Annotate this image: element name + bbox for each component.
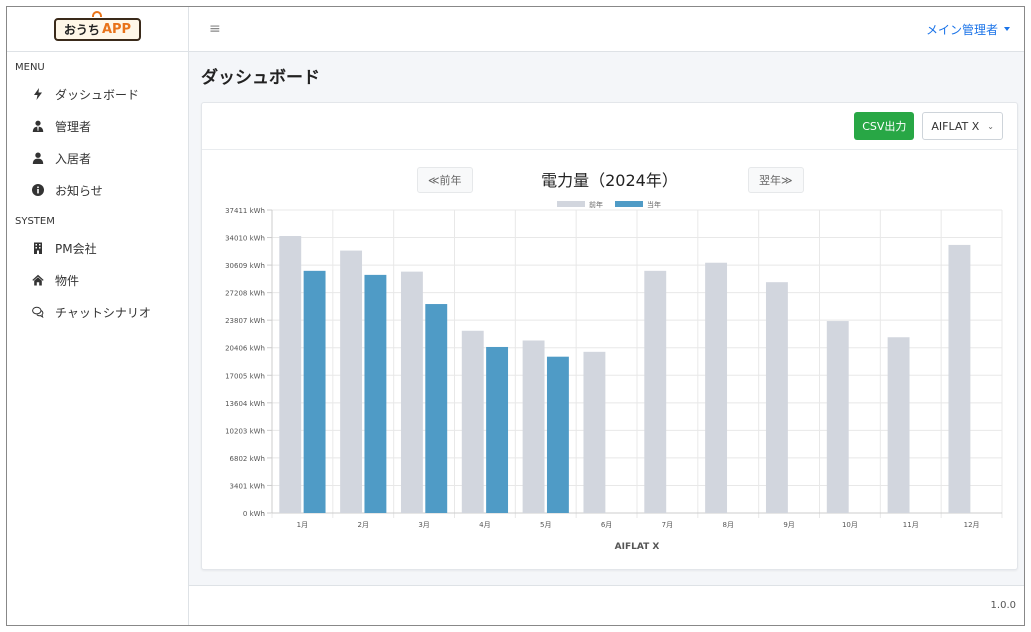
chart-nav-row: ≪前年 電力量（2024年） 翌年≫ [202, 165, 1017, 197]
sidebar-item-dashboard[interactable]: ダッシュボード [7, 78, 188, 110]
logo-area[interactable]: おうち APP [7, 7, 188, 52]
bar-previous-year [826, 321, 849, 513]
user-icon [29, 152, 47, 164]
sidebar-item-residents[interactable]: 入居者 [7, 142, 188, 174]
sidebar-item-admins[interactable]: 管理者 [7, 110, 188, 142]
bar-previous-year [522, 340, 545, 513]
sidebar-item-pm-company[interactable]: PM会社 [7, 232, 188, 264]
y-tick-label: 20406 kWh [225, 345, 265, 353]
menu-section-title: MENU [15, 61, 45, 73]
legend-swatch [557, 201, 585, 207]
x-tick-label: 6月 [601, 521, 612, 529]
y-tick-label: 3401 kWh [230, 482, 265, 490]
user-menu[interactable]: メイン管理者 [926, 21, 1010, 38]
logo-text: おうち [63, 22, 100, 37]
y-tick-label: 23807 kWh [225, 317, 265, 325]
bar-previous-year [340, 250, 363, 513]
bar-previous-year [400, 271, 423, 513]
chart-title: 電力量（2024年） [541, 171, 678, 190]
sidebar-item-chat-scenario[interactable]: チャットシナリオ [7, 296, 188, 328]
property-select-value: AIFLAT X [931, 119, 980, 133]
x-tick-label: 2月 [358, 521, 369, 529]
bar-previous-year [705, 262, 728, 513]
logo-app-text: APP [101, 21, 132, 37]
x-tick-label: 10月 [842, 521, 858, 529]
version-text: 1.0.0 [990, 600, 1016, 611]
sidebar-item-label: お知らせ [55, 183, 103, 198]
x-tick-label: 12月 [964, 521, 980, 529]
sidebar-item-label: 入居者 [55, 151, 92, 166]
y-tick-label: 37411 kWh [225, 207, 265, 215]
x-tick-label: 5月 [540, 521, 551, 529]
bar-current-year [425, 304, 448, 513]
bolt-icon [29, 88, 47, 100]
x-tick-label: 8月 [723, 521, 734, 529]
y-tick-label: 13604 kWh [225, 400, 265, 408]
bar-current-year [486, 346, 509, 513]
bar-previous-year [765, 282, 788, 513]
card-header: CSV出力 AIFLAT X ⌄ [202, 103, 1017, 150]
hamburger-menu-icon[interactable]: ≡ [209, 21, 221, 37]
y-tick-label: 6802 kWh [230, 455, 265, 463]
y-tick-label: 0 kWh [243, 510, 265, 518]
energy-bar-chart: 前年 当年 0 kWh 3401 kWh 6802 kWh 10203 kWh 13604 … [225, 200, 1003, 552]
sidebar-item-label: ダッシュボード [55, 87, 140, 102]
building-icon [29, 242, 47, 254]
sidebar-item-label: 物件 [55, 273, 80, 288]
sidebar-item-notices[interactable]: お知らせ [7, 174, 188, 206]
bar-previous-year [948, 244, 971, 513]
legend-label: 前年 [589, 200, 603, 209]
next-year-button[interactable]: 翌年≫ [748, 167, 804, 193]
energy-card: CSV出力 AIFLAT X ⌄ ≪前年 電力量（2024年） 翌年≫ 前年 当年… [201, 102, 1018, 570]
top-bar: ≡ メイン管理者 [189, 7, 1024, 52]
page-title: ダッシュボード [201, 68, 320, 88]
bar-current-year [546, 356, 569, 513]
sidebar-item-properties[interactable]: 物件 [7, 264, 188, 296]
sidebar-item-label: チャットシナリオ [55, 305, 151, 320]
x-tick-label: 4月 [479, 521, 490, 529]
sidebar-item-label: 管理者 [55, 119, 92, 134]
legend-swatch [615, 201, 643, 207]
bar-previous-year [461, 330, 484, 513]
y-tick-label: 27208 kWh [225, 290, 265, 298]
y-tick-label: 30609 kWh [225, 262, 265, 270]
bar-current-year [364, 274, 387, 513]
system-section-title: SYSTEM [15, 215, 55, 227]
csv-export-button[interactable]: CSV出力 [854, 112, 915, 140]
y-tick-label: 17005 kWh [225, 372, 265, 380]
x-tick-label: 1月 [297, 521, 308, 529]
user-name: メイン管理者 [925, 22, 998, 37]
bar-previous-year [279, 236, 302, 514]
property-select[interactable]: AIFLAT X ⌄ [922, 112, 1003, 140]
app-frame: おうち APP MENU ダッシュボード 管理者 入居者 お知らせ SYSTEM… [6, 6, 1025, 626]
user-tie-icon [29, 120, 47, 132]
x-tick-label: 7月 [662, 521, 673, 529]
wifi-icon [92, 10, 103, 17]
footer: 1.0.0 [189, 585, 1024, 625]
chevron-down-icon: ⌄ [987, 121, 994, 131]
bar-current-year [303, 270, 326, 513]
info-circle-icon [29, 184, 47, 196]
x-tick-label: 3月 [418, 521, 429, 529]
sidebar: おうち APP MENU ダッシュボード 管理者 入居者 お知らせ SYSTEM… [7, 7, 189, 625]
bar-previous-year [583, 351, 606, 513]
y-tick-label: 34010 kWh [225, 235, 265, 243]
home-icon [29, 274, 47, 286]
app-logo[interactable]: おうち APP [53, 10, 142, 41]
sidebar-item-label: PM会社 [55, 241, 97, 256]
bar-previous-year [644, 270, 667, 513]
bar-previous-year [887, 337, 910, 513]
chat-icon [29, 306, 47, 318]
x-tick-label: 11月 [903, 521, 919, 529]
caret-down-icon [1004, 27, 1010, 31]
y-tick-label: 10203 kWh [225, 427, 265, 435]
x-tick-label: 9月 [783, 521, 794, 529]
legend-label: 当年 [647, 200, 661, 209]
x-axis-label: AIFLAT X [615, 542, 660, 552]
